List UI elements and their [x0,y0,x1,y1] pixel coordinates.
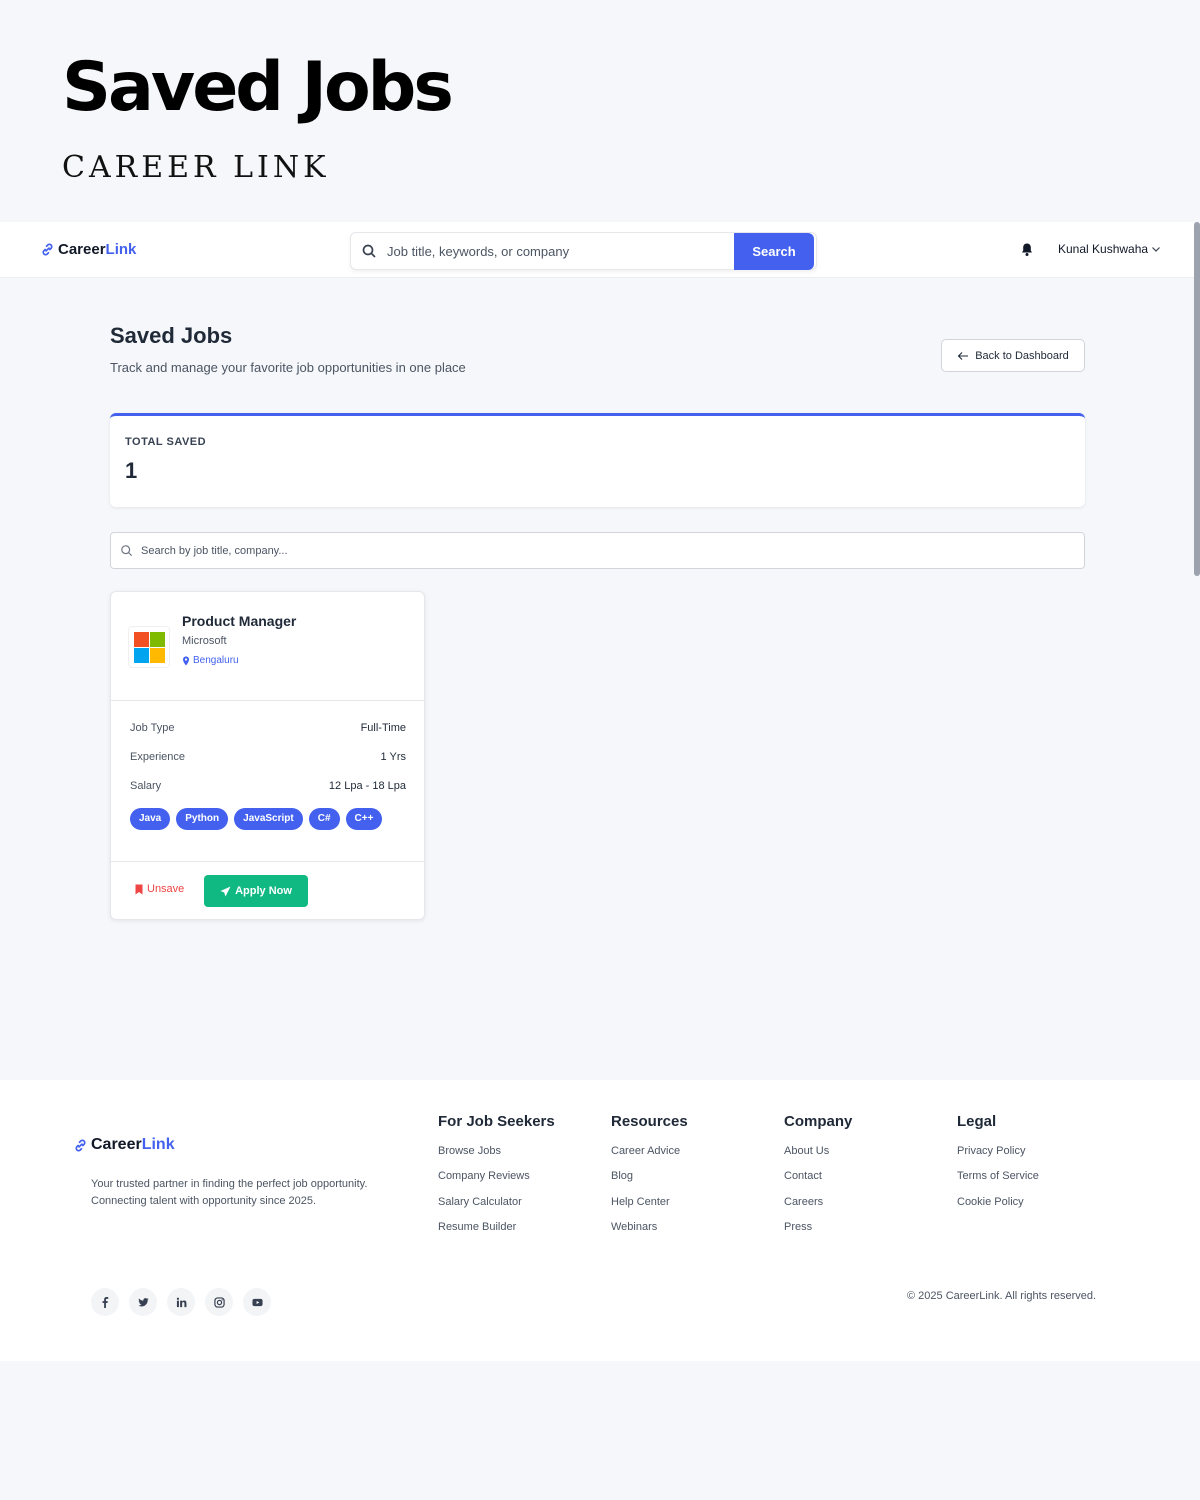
youtube-icon[interactable] [243,1288,271,1316]
map-pin-icon [183,656,189,665]
skill-tag: Java [130,808,171,830]
brand-name-part1: Career [58,241,106,258]
skill-tag: Python [176,808,229,830]
footer-heading: Resources [611,1113,688,1130]
brand-logo[interactable]: Career Link [40,241,136,258]
top-navbar: CareerLink Search Kunal Kushwaha [0,222,1194,278]
footer-brand-logo[interactable]: Career Link [73,1136,175,1154]
social-links [91,1288,271,1316]
search-icon [362,244,376,258]
skill-tag: C++ [345,808,383,830]
skill-tag: C# [308,808,340,830]
unsave-label: Unsave [147,883,185,895]
user-menu[interactable]: Kunal Kushwaha [1058,242,1161,256]
instagram-icon[interactable] [205,1288,233,1316]
linkedin-icon[interactable] [167,1288,195,1316]
skill-tags: Java Python JavaScript C# C++ [130,808,383,830]
brand-name-part1: Career [91,1136,142,1153]
page-scrollbar[interactable] [1194,222,1200,576]
copyright-text: © 2025 CareerLink. All rights reserved. [907,1290,1097,1302]
global-search-input[interactable] [387,241,727,261]
search-icon [121,545,132,556]
footer-heading: Company [784,1113,853,1130]
detail-label-experience: Experience [130,751,186,763]
back-to-dashboard-button[interactable]: Back to Dashboard [941,339,1085,372]
stat-value: 1 [125,458,138,483]
paper-plane-icon [220,885,231,897]
footer-link-company-reviews[interactable]: Company Reviews [438,1170,555,1195]
company-logo [128,626,170,668]
footer-link-terms-of-service[interactable]: Terms of Service [957,1170,1039,1195]
app-window: CareerLink Search Kunal Kushwaha Saved J… [0,222,1200,1361]
apply-now-button[interactable]: Apply Now [204,875,308,907]
global-search-bar: Search [350,232,817,270]
bookmark-icon [135,884,143,894]
footer-link-salary-calculator[interactable]: Salary Calculator [438,1196,555,1221]
footer-column-job-seekers: For Job Seekers Browse Jobs Company Revi… [438,1113,555,1246]
footer-link-help-center[interactable]: Help Center [611,1196,688,1221]
footer-column-resources: Resources Career Advice Blog Help Center… [611,1113,688,1246]
saved-jobs-search-input[interactable] [141,543,1041,559]
brand-name-part2: Link [141,1136,175,1153]
hero-title: Saved Jobs [62,48,454,127]
apply-now-label: Apply Now [235,885,292,897]
footer-link-press[interactable]: Press [784,1221,852,1246]
brand-name-part2: Link [105,241,137,258]
stat-label: TOTAL SAVED [125,436,207,448]
detail-value-job-type: Full-Time [360,722,406,734]
job-location-text: Bengaluru [193,655,239,666]
arrow-left-icon [957,351,969,360]
footer-link-about-us[interactable]: About Us [784,1145,852,1170]
footer-link-webinars[interactable]: Webinars [611,1221,688,1246]
twitter-icon[interactable] [129,1288,157,1316]
hero-subtitle: CAREER LINK [62,150,330,185]
footer-link-career-advice[interactable]: Career Advice [611,1145,688,1170]
search-button[interactable]: Search [734,233,814,270]
card-divider [111,861,424,862]
chevron-down-icon [1152,247,1161,252]
unsave-button[interactable]: Unsave [135,883,184,895]
skill-tag: JavaScript [234,808,303,830]
detail-label-salary: Salary [130,780,162,792]
footer-column-company: Company About Us Contact Careers Press [784,1113,852,1246]
footer-link-careers[interactable]: Careers [784,1196,852,1221]
detail-value-experience: 1 Yrs [380,751,406,763]
user-name: Kunal Kushwaha [1058,242,1149,256]
page-footer: Career Link Your trusted partner in findi… [0,1080,1200,1361]
footer-link-contact[interactable]: Contact [784,1170,852,1195]
detail-label-job-type: Job Type [130,722,175,734]
link-icon [42,243,53,256]
card-divider [111,700,424,701]
saved-jobs-filter [110,532,1085,569]
footer-link-privacy-policy[interactable]: Privacy Policy [957,1145,1039,1170]
footer-link-cookie-policy[interactable]: Cookie Policy [957,1196,1039,1221]
bell-icon[interactable] [1020,242,1034,257]
page-title: Saved Jobs [110,323,233,348]
detail-value-salary: 12 Lpa - 18 Lpa [328,780,406,792]
link-icon [75,1139,86,1151]
footer-description: Your trusted partner in finding the perf… [91,1178,368,1207]
footer-heading: For Job Seekers [438,1113,555,1130]
job-title[interactable]: Product Manager [182,613,296,629]
facebook-icon[interactable] [91,1288,119,1316]
back-button-label: Back to Dashboard [975,349,1069,362]
job-card[interactable]: Product Manager Microsoft Bengaluru Job … [110,591,425,920]
job-company: Microsoft [182,635,227,647]
job-location: Bengaluru [182,655,239,666]
page-subtitle: Track and manage your favorite job oppor… [110,360,466,375]
footer-link-resume-builder[interactable]: Resume Builder [438,1221,555,1246]
footer-link-browse-jobs[interactable]: Browse Jobs [438,1145,555,1170]
footer-column-legal: Legal Privacy Policy Terms of Service Co… [957,1113,1039,1221]
footer-link-blog[interactable]: Blog [611,1170,688,1195]
footer-heading: Legal [957,1113,997,1130]
total-saved-card: TOTAL SAVED 1 [110,413,1085,507]
